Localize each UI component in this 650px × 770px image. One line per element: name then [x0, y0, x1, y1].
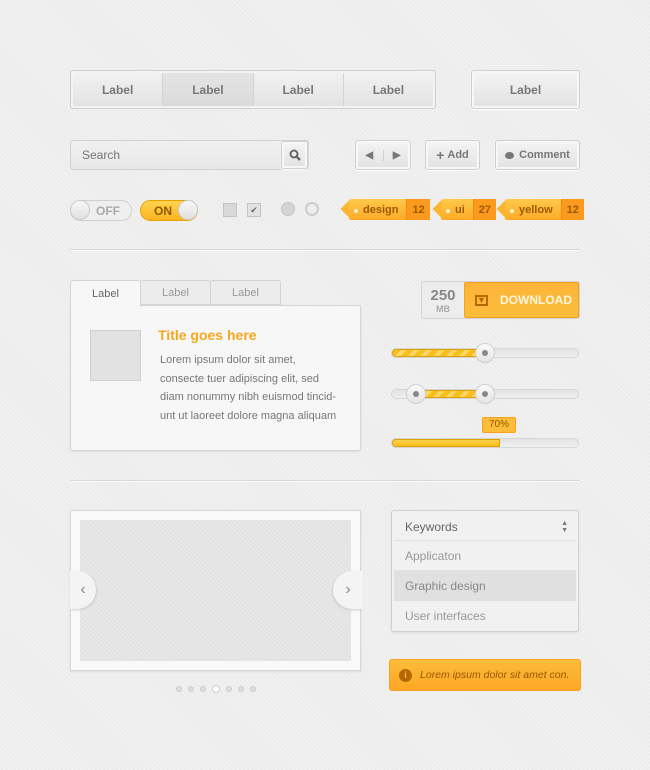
plus-icon: +	[436, 147, 445, 163]
tag-yellow[interactable]: yellow 12	[505, 199, 584, 220]
search-input[interactable]	[71, 141, 271, 169]
radio[interactable]	[305, 202, 319, 216]
tab-3[interactable]: Label	[210, 280, 281, 305]
size-unit: MB	[436, 304, 450, 314]
search-icon	[289, 149, 301, 161]
slider-fill	[392, 349, 485, 357]
info-icon: i	[399, 668, 412, 682]
add-label: Add	[447, 149, 469, 161]
tag-count: 12	[560, 199, 584, 220]
carousel-dot[interactable]	[238, 686, 244, 692]
slider-handle-max[interactable]	[475, 384, 495, 404]
tag-ui[interactable]: ui 27	[441, 199, 497, 220]
tag-design[interactable]: design 12	[349, 199, 430, 220]
toggle-knob	[178, 200, 198, 220]
list-header-label: Keywords	[405, 519, 458, 534]
chevron-right-icon: ›	[345, 581, 351, 598]
segment-1[interactable]: Label	[73, 73, 164, 106]
slider-handle[interactable]	[475, 343, 495, 363]
label-button[interactable]: Label	[471, 70, 580, 109]
carousel-dot[interactable]	[250, 686, 256, 692]
slider-range[interactable]	[391, 384, 579, 404]
add-button[interactable]: + Add	[425, 140, 480, 170]
check-icon: ✔	[250, 205, 258, 215]
divider	[70, 480, 580, 481]
file-size: 250 MB	[422, 282, 464, 318]
segment-2[interactable]: Label	[163, 73, 254, 106]
segment-3[interactable]: Label	[253, 73, 344, 106]
download-button[interactable]: 250 MB ▼ DOWNLOAD	[421, 281, 580, 319]
comment-label: Comment	[519, 149, 570, 161]
carousel: ‹ ›	[70, 510, 363, 671]
keyword-list: Keywords ▲ ▼ Applicaton Graphic design Use…	[391, 510, 579, 632]
carousel-next-button[interactable]: ›	[333, 571, 363, 609]
tab-2[interactable]: Label	[140, 280, 211, 305]
download-icon: ▼	[475, 294, 488, 306]
prev-button[interactable]: ◀	[356, 149, 384, 161]
toggle-on-label: ON	[154, 203, 172, 218]
image-placeholder	[90, 330, 141, 381]
text-line: diam nonummy nibh euismod tincid-	[160, 391, 337, 403]
arrow-right-icon: ▶	[392, 149, 401, 161]
panel-text: Lorem ipsum dolor sit amet, consecte tue…	[160, 351, 336, 425]
slider-single[interactable]	[391, 343, 579, 363]
tag-count: 12	[406, 199, 430, 220]
arrow-left-icon: ◀	[365, 149, 374, 161]
carousel-dot[interactable]	[226, 686, 232, 692]
carousel-dot[interactable]	[200, 686, 206, 692]
progress-tooltip: 70%	[482, 417, 516, 433]
chevron-left-icon: ‹	[80, 581, 86, 598]
text-line: Lorem ipsum dolor sit amet,	[160, 354, 296, 366]
checkbox-checked[interactable]: ✔	[247, 203, 261, 217]
next-button[interactable]: ▶	[384, 150, 411, 161]
segment-4[interactable]: Label	[343, 73, 433, 106]
slider-handle-min[interactable]	[406, 384, 427, 404]
progress-fill	[392, 439, 500, 447]
tag-count: 27	[472, 199, 497, 220]
toggle-off[interactable]: OFF	[70, 200, 132, 221]
pager: ◀ ▶	[355, 140, 411, 170]
toggle-on[interactable]: ON	[140, 200, 198, 221]
tab-1[interactable]: Label	[70, 280, 141, 307]
alert-text: Lorem ipsum dolor sit amet con.	[420, 669, 570, 681]
radio[interactable]	[281, 202, 295, 216]
tag-label: ui	[441, 204, 473, 216]
list-item[interactable]: User interfaces	[394, 601, 576, 631]
carousel-dot[interactable]	[188, 686, 194, 692]
size-value: 250	[430, 287, 456, 304]
sort-arrows-icon: ▲ ▼	[561, 519, 568, 534]
tab-panel: Title goes here Lorem ipsum dolor sit am…	[70, 305, 361, 451]
list-item[interactable]: Applicaton	[394, 541, 576, 571]
panel-title: Title goes here	[158, 327, 257, 343]
text-line: unt ut laoreet dolore magna aliquam	[160, 409, 337, 422]
list-header[interactable]: Keywords ▲ ▼	[394, 513, 576, 541]
list-item-selected[interactable]: Graphic design	[394, 571, 576, 601]
carousel-dot-active[interactable]	[212, 685, 220, 693]
carousel-image	[80, 520, 351, 661]
tag-label: yellow	[505, 204, 561, 216]
segmented-control: Label Label Label Label	[70, 70, 436, 109]
download-label: DOWNLOAD	[500, 293, 572, 307]
checkbox[interactable]	[223, 203, 237, 217]
tag-label: design	[349, 204, 406, 216]
search-box	[70, 140, 309, 170]
alert: i Lorem ipsum dolor sit amet con.	[389, 659, 581, 691]
comment-icon	[505, 151, 515, 159]
progress-bar	[391, 438, 579, 448]
divider	[70, 249, 580, 250]
toggle-off-label: OFF	[96, 203, 120, 218]
carousel-dots	[176, 685, 256, 693]
search-button[interactable]	[281, 141, 308, 169]
download-action[interactable]: ▼ DOWNLOAD	[464, 282, 579, 318]
comment-button[interactable]: Comment	[495, 140, 580, 170]
carousel-dot[interactable]	[176, 686, 182, 692]
text-line: consecte tuer adipiscing elit, sed	[160, 372, 319, 385]
toggle-knob	[70, 200, 90, 220]
